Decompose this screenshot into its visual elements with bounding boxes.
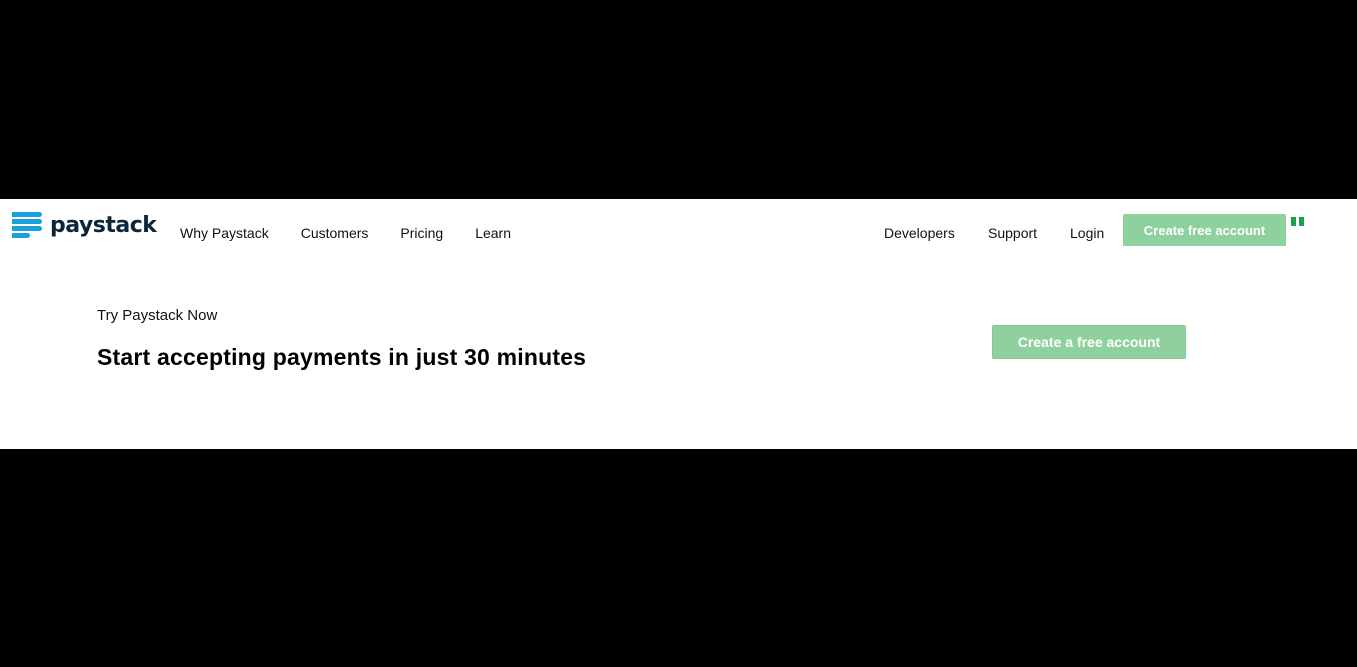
nav-login[interactable]: Login bbox=[1070, 225, 1104, 241]
bottom-black-region bbox=[0, 449, 1357, 667]
top-black-region bbox=[0, 0, 1357, 199]
cta-headline: Start accepting payments in just 30 minu… bbox=[97, 344, 587, 370]
nigeria-flag-icon[interactable] bbox=[1291, 217, 1307, 226]
primary-nav: Why Paystack Customers Pricing Learn bbox=[180, 225, 543, 241]
logo-wordmark: paystack bbox=[50, 212, 157, 238]
create-free-account-nav-button[interactable]: Create free account bbox=[1123, 214, 1286, 246]
nav-learn[interactable]: Learn bbox=[475, 225, 511, 241]
create-free-account-button[interactable]: Create a free account bbox=[992, 325, 1186, 359]
nav-customers[interactable]: Customers bbox=[301, 225, 369, 241]
nav-why-paystack[interactable]: Why Paystack bbox=[180, 225, 269, 241]
cta-banner-section: paystack Why Paystack Customers Pricing … bbox=[0, 199, 1357, 449]
nav-support[interactable]: Support bbox=[988, 225, 1037, 241]
paystack-logo[interactable]: paystack bbox=[12, 210, 157, 240]
cta-eyebrow: Try Paystack Now bbox=[97, 307, 218, 324]
paystack-logo-icon bbox=[12, 211, 42, 240]
nav-developers[interactable]: Developers bbox=[884, 225, 955, 241]
nav-pricing[interactable]: Pricing bbox=[400, 225, 443, 241]
